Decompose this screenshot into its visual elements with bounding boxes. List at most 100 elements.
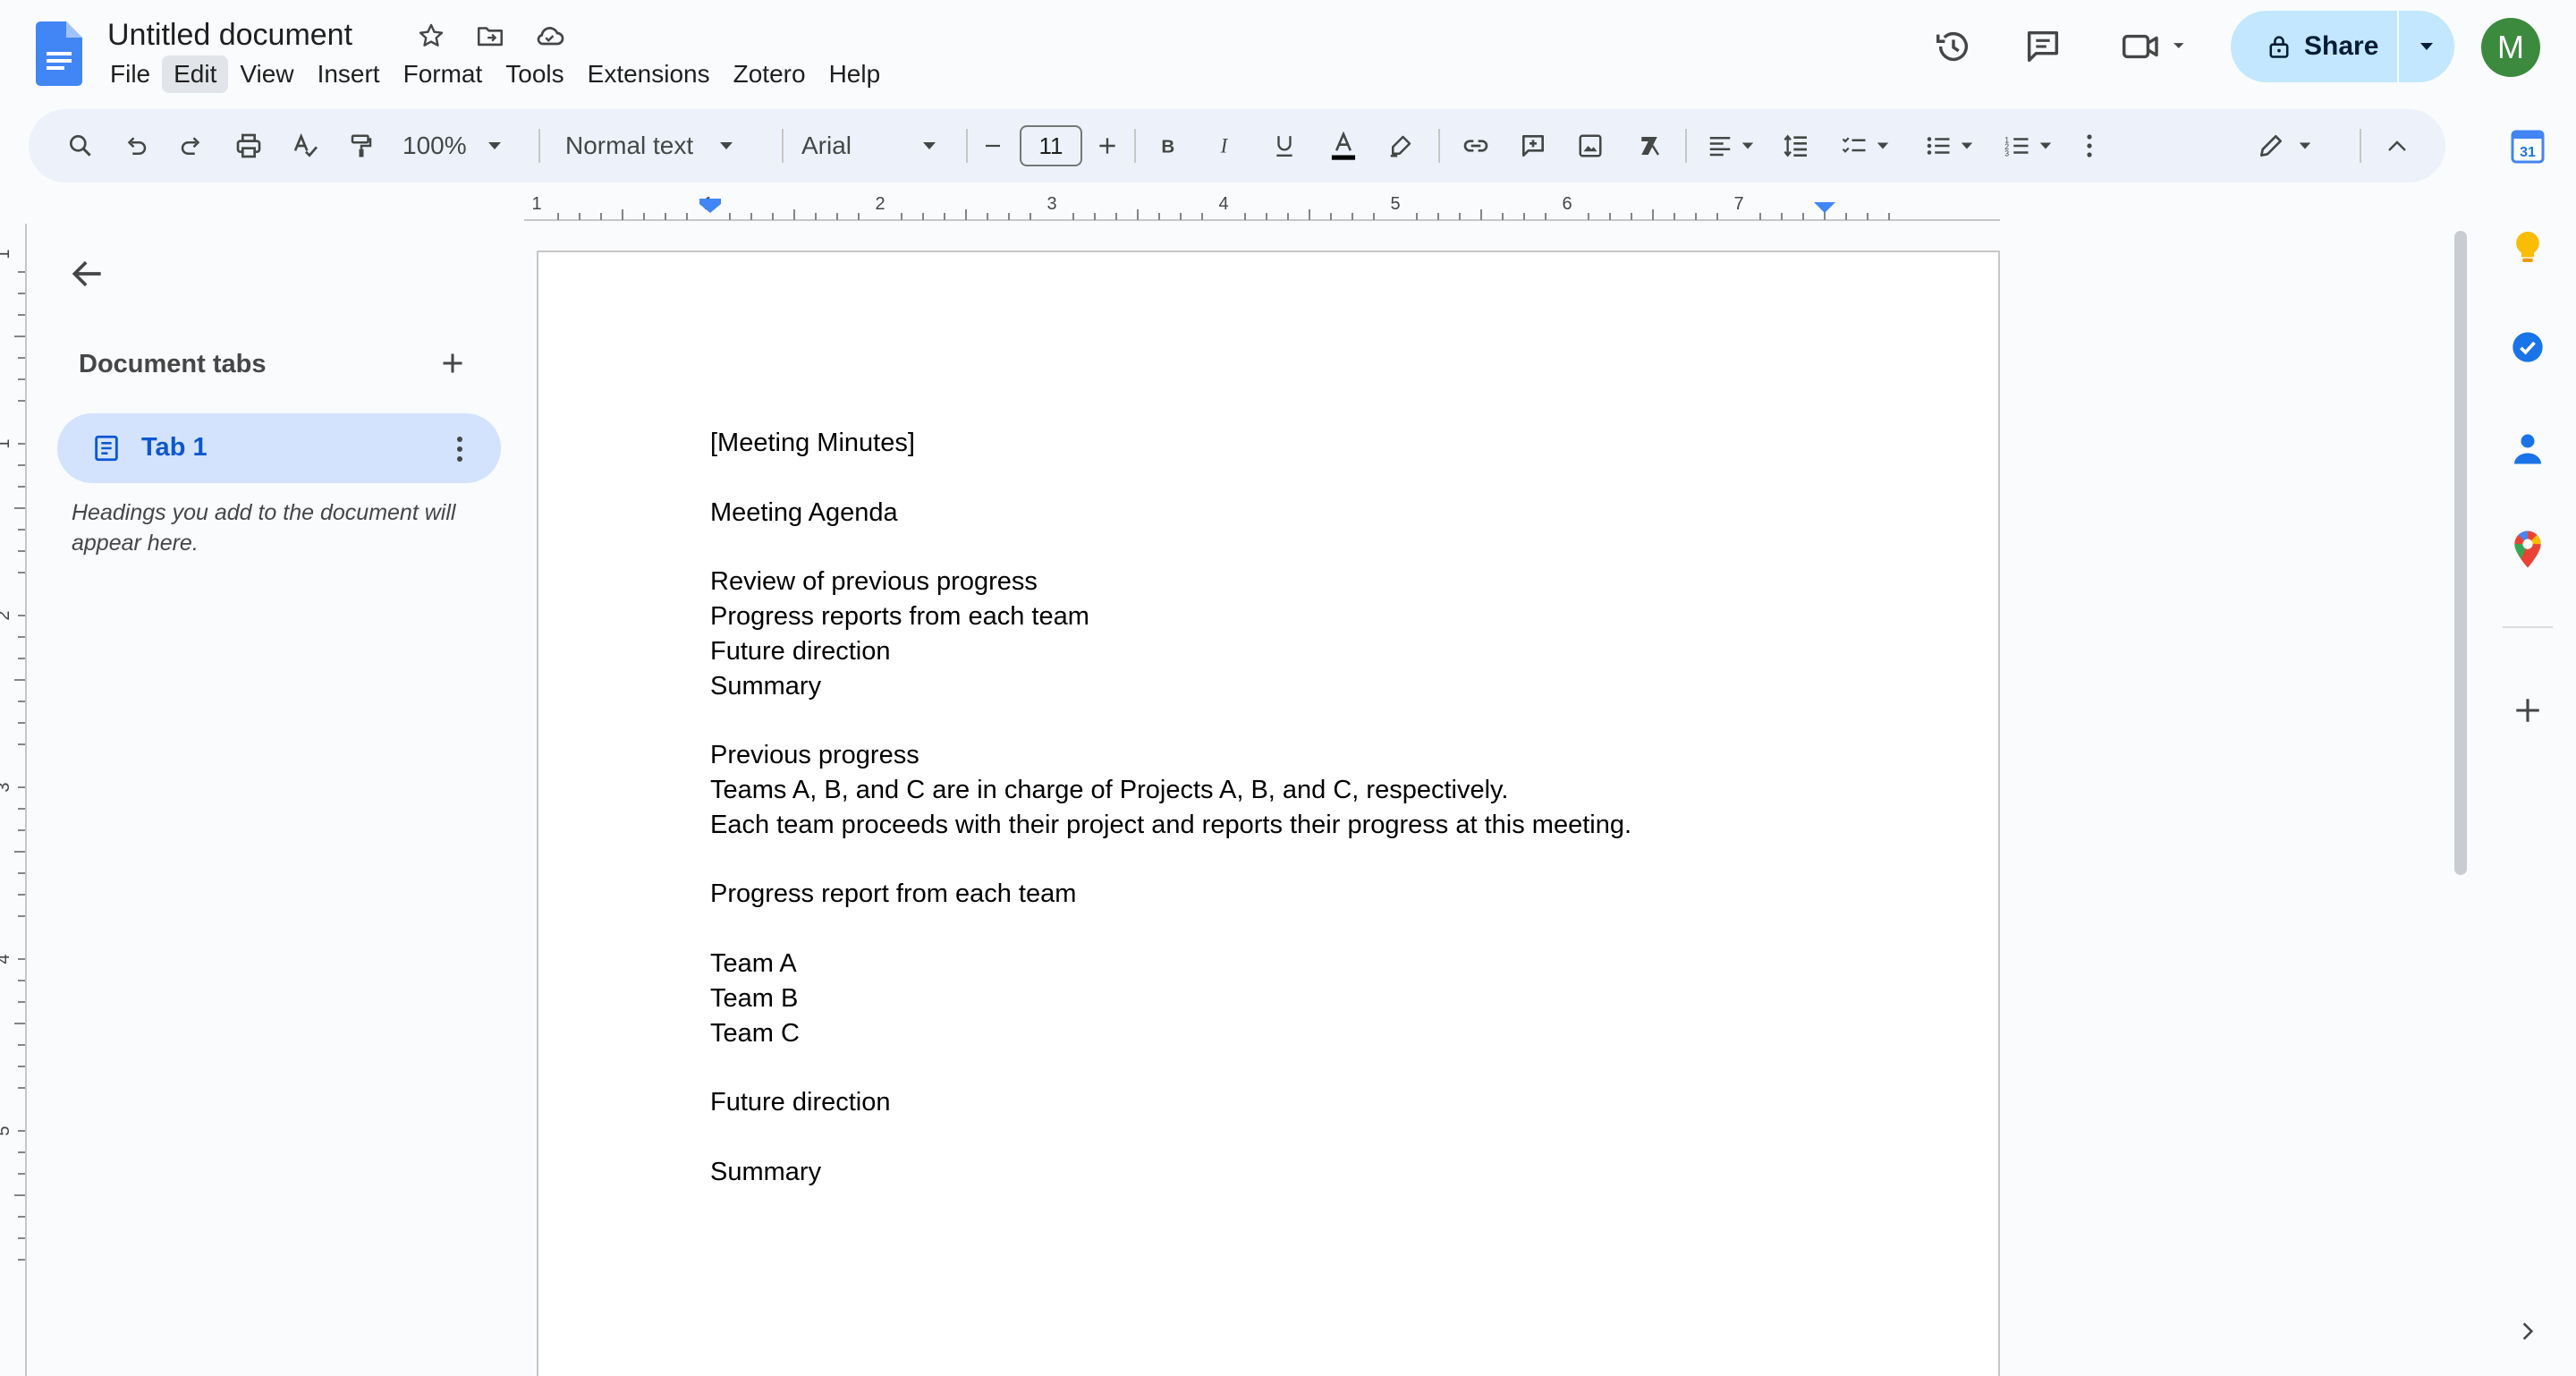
document-tab-item[interactable]: Tab 1	[57, 413, 501, 483]
paragraph-style-select[interactable]: Normal text	[565, 124, 780, 167]
share-options-chevron-down-icon[interactable]	[2399, 11, 2454, 82]
paragraph-line[interactable]: Summary	[710, 669, 1837, 704]
editing-mode-select[interactable]	[2247, 124, 2322, 167]
menu-view[interactable]: View	[228, 55, 305, 93]
avatar[interactable]: M	[2481, 18, 2540, 77]
move-to-folder-icon[interactable]	[470, 16, 510, 55]
paragraph-line[interactable]: Team B	[710, 981, 1837, 1016]
vertical-ruler[interactable]: 1 1 2 3 4 5	[0, 224, 27, 1376]
blank-line[interactable]	[710, 912, 1837, 947]
document-icon	[91, 433, 122, 463]
share-button[interactable]: Share	[2231, 11, 2454, 82]
search-menus-icon[interactable]	[59, 124, 102, 167]
tasks-icon[interactable]	[2508, 327, 2547, 367]
document-title[interactable]: Untitled document	[107, 13, 352, 57]
ruler-label: 4	[1218, 194, 1228, 214]
print-icon[interactable]	[227, 124, 270, 167]
blank-line[interactable]	[710, 703, 1837, 738]
paragraph-line[interactable]: Previous progress	[710, 738, 1837, 773]
zoom-select[interactable]: 100%	[402, 124, 519, 167]
font-size-input[interactable]: 11	[1020, 125, 1082, 166]
align-select[interactable]	[1699, 124, 1762, 167]
blank-line[interactable]	[710, 1050, 1837, 1085]
outline-hint-text: Headings you add to the document will ap…	[72, 500, 456, 556]
paragraph-line[interactable]: Progress reports from each team	[710, 599, 1837, 634]
paragraph-line[interactable]: Progress report from each team	[710, 877, 1837, 912]
decrease-font-size-icon[interactable]	[975, 124, 1011, 167]
contacts-icon[interactable]	[2508, 429, 2547, 469]
get-addons-plus-icon[interactable]	[2508, 691, 2547, 730]
paragraph-line[interactable]: Review of previous progress	[710, 565, 1837, 599]
version-history-icon[interactable]	[1930, 23, 1977, 70]
vertical-scrollbar[interactable]	[2454, 231, 2467, 875]
bulleted-list-select[interactable]	[1918, 124, 1980, 167]
paragraph-line[interactable]: Each team proceeds with their project an…	[710, 808, 1837, 843]
menu-format[interactable]: Format	[392, 55, 495, 93]
ruler-label: 1	[0, 249, 13, 259]
paragraph-line[interactable]: Meeting Agenda	[710, 496, 1837, 531]
expand-side-panel-chevron-right-icon[interactable]	[2508, 1312, 2547, 1351]
horizontal-ruler[interactable]: 11234567	[524, 190, 2000, 222]
menu-bar: File Edit View Insert Format Tools Exten…	[98, 55, 892, 93]
paragraph-line[interactable]: Team C	[710, 1016, 1837, 1051]
meet-call-icon[interactable]	[2116, 23, 2197, 70]
hide-menus-chevron-up-icon[interactable]	[2377, 124, 2417, 167]
cloud-saved-icon[interactable]	[530, 16, 569, 55]
paragraph-style-value: Normal text	[565, 132, 694, 159]
ruler-label: 4	[0, 954, 13, 964]
menu-file[interactable]: File	[98, 55, 162, 93]
menu-tools[interactable]: Tools	[494, 55, 575, 93]
paint-format-icon[interactable]	[340, 124, 383, 167]
star-icon[interactable]	[411, 16, 451, 55]
more-options-icon[interactable]	[2072, 124, 2107, 167]
increase-font-size-icon[interactable]	[1089, 124, 1125, 167]
svg-text:3: 3	[2004, 149, 2009, 157]
highlight-color-icon[interactable]	[1379, 124, 1422, 167]
paragraph-line[interactable]: Future direction	[710, 634, 1837, 669]
menu-edit[interactable]: Edit	[162, 55, 229, 93]
insert-image-icon[interactable]	[1569, 124, 1612, 167]
add-tab-plus-icon[interactable]	[436, 347, 469, 379]
lock-icon	[2267, 33, 2292, 60]
blank-line[interactable]	[710, 1120, 1837, 1155]
paragraph-line[interactable]: Teams A, B, and C are in charge of Proje…	[710, 773, 1837, 808]
bold-icon[interactable]: B	[1148, 124, 1188, 167]
google-docs-logo-icon[interactable]	[36, 21, 82, 86]
redo-icon[interactable]	[170, 124, 213, 167]
menu-zotero[interactable]: Zotero	[722, 55, 818, 93]
underline-icon[interactable]	[1265, 124, 1304, 167]
maps-pin-icon[interactable]	[2508, 530, 2547, 569]
insert-link-icon[interactable]	[1454, 124, 1497, 167]
blank-line[interactable]	[710, 530, 1837, 565]
text-color-icon[interactable]	[1322, 124, 1365, 167]
paragraph-line[interactable]: Team A	[710, 947, 1837, 981]
calendar-icon[interactable]: 31	[2508, 127, 2547, 166]
toolbar-divider	[2360, 129, 2361, 163]
comments-icon[interactable]	[2020, 23, 2066, 70]
line-spacing-icon[interactable]	[1775, 124, 1818, 167]
share-label: Share	[2304, 31, 2379, 61]
tab-options-more-icon[interactable]	[442, 431, 478, 467]
menu-help[interactable]: Help	[818, 55, 893, 93]
paragraph-line[interactable]: Future direction	[710, 1085, 1837, 1120]
clear-formatting-icon[interactable]	[1628, 124, 1671, 167]
paragraph-line[interactable]: [Meeting Minutes]	[710, 426, 1837, 461]
checklist-select[interactable]	[1834, 124, 1896, 167]
font-family-select[interactable]: Arial	[801, 124, 971, 167]
first-line-indent-marker	[699, 199, 721, 203]
paragraph-line[interactable]: Summary	[710, 1155, 1837, 1190]
italic-icon[interactable]: I	[1206, 124, 1245, 167]
undo-icon[interactable]	[114, 124, 157, 167]
numbered-list-select[interactable]: 123	[1996, 124, 2059, 167]
spellcheck-icon[interactable]	[284, 124, 327, 167]
close-outline-back-arrow-icon[interactable]	[68, 254, 107, 293]
keep-bulb-icon[interactable]	[2508, 227, 2547, 267]
ruler-label: 7	[1733, 194, 1743, 214]
menu-extensions[interactable]: Extensions	[576, 55, 722, 93]
document-body[interactable]: [Meeting Minutes] Meeting Agenda Review of…	[710, 426, 1837, 1190]
add-comment-icon[interactable]	[1512, 124, 1555, 167]
document-page[interactable]: [Meeting Minutes] Meeting Agenda Review of…	[537, 251, 2000, 1376]
menu-insert[interactable]: Insert	[306, 55, 392, 93]
blank-line[interactable]	[710, 843, 1837, 878]
blank-line[interactable]	[710, 461, 1837, 496]
